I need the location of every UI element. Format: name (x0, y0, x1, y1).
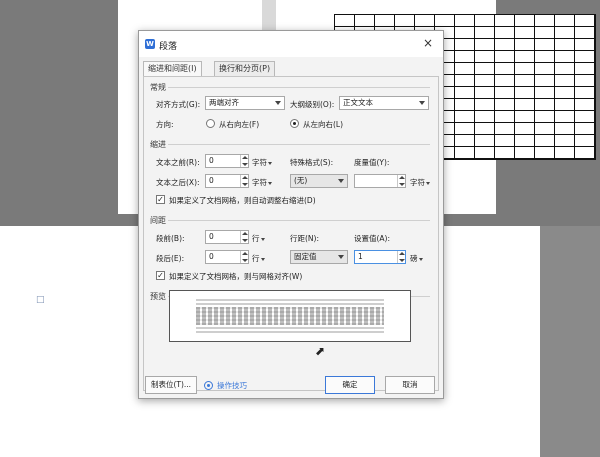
set-value-value: 1 (358, 252, 363, 261)
direction-label: 方向: (156, 120, 174, 129)
set-value-label: 设置值(A): (354, 234, 391, 243)
chevron-down-icon (419, 101, 425, 105)
snap-grid-checkbox[interactable]: ✓ (156, 271, 165, 280)
stepper-icon[interactable] (240, 231, 248, 243)
section-spacing-title: 间距 (150, 216, 166, 225)
outline-level-label: 大纲级别(O): (290, 100, 335, 109)
chevron-down-icon (275, 101, 281, 105)
stepper-icon[interactable] (240, 175, 248, 187)
indent-after-unit[interactable]: 字符 (252, 177, 272, 188)
indent-after-input[interactable]: 0 (205, 174, 249, 188)
measure-input[interactable] (354, 174, 406, 188)
set-value-input[interactable]: 1 (354, 250, 406, 264)
special-format-select[interactable]: (无) (290, 174, 348, 188)
section-preview-title: 预览 (150, 292, 166, 301)
line-spacing-label: 行距(N): (290, 234, 319, 243)
mouse-cursor-icon: ⬈ (315, 344, 326, 358)
tab-panel: 常规 对齐方式(G): 两端对齐 大纲级别(O): 正文文本 方向: 从右向左(… (143, 76, 439, 391)
indent-before-label: 文本之前(R): (156, 158, 200, 167)
stepper-icon[interactable] (397, 175, 405, 187)
paragraph-preview (169, 290, 411, 342)
measure-unit[interactable]: 字符 (410, 177, 430, 188)
dialog-title: 段落 (159, 42, 178, 52)
line-spacing-select[interactable]: 固定值 (290, 250, 348, 264)
spacing-after-value: 0 (209, 252, 214, 261)
spacing-after-label: 段后(E): (156, 254, 185, 263)
stepper-icon[interactable] (240, 155, 248, 167)
spacing-after-unit[interactable]: 行 (252, 253, 265, 264)
spacing-before-unit[interactable]: 行 (252, 233, 265, 244)
spacing-before-label: 段前(B): (156, 234, 185, 243)
section-general-title: 常规 (150, 83, 166, 92)
snap-grid-label: 如果定义了文档网格，则与网格对齐(W) (169, 272, 303, 281)
alignment-select[interactable]: 两端对齐 (205, 96, 285, 110)
cancel-button[interactable]: 取消 (385, 376, 435, 394)
chevron-down-icon (418, 257, 423, 261)
chevron-down-icon (268, 161, 272, 165)
line-spacing-value: 固定值 (294, 252, 317, 261)
indent-before-value: 0 (209, 156, 214, 165)
chevron-down-icon (426, 181, 430, 185)
set-value-unit[interactable]: 磅 (410, 253, 423, 264)
section-divider (168, 220, 430, 221)
document-gutter (540, 226, 600, 457)
wps-logo-icon: W (145, 39, 155, 49)
indent-before-input[interactable]: 0 (205, 154, 249, 168)
tips-icon[interactable] (204, 381, 213, 390)
tips-link[interactable]: 操作技巧 (217, 380, 247, 391)
dialog-titlebar[interactable]: W 段落 × (139, 31, 443, 57)
section-indent-title: 缩进 (150, 140, 166, 149)
spacing-before-value: 0 (209, 232, 214, 241)
direction-ltr-label: 从左向右(L) (303, 120, 344, 129)
indent-after-value: 0 (209, 176, 214, 185)
paragraph-dialog: W 段落 × 缩进和间距(I) 换行和分页(P) 常规 对齐方式(G): 两端对… (138, 30, 444, 399)
alignment-label: 对齐方式(G): (156, 100, 201, 109)
chevron-down-icon (268, 181, 272, 185)
direction-rtl-label: 从右向左(F) (219, 120, 260, 129)
auto-adjust-checkbox[interactable]: ✓ (156, 195, 165, 204)
spacing-before-input[interactable]: 0 (205, 230, 249, 244)
stepper-icon[interactable] (397, 251, 405, 263)
indent-after-label: 文本之后(X): (156, 178, 200, 187)
chevron-down-icon (338, 179, 344, 183)
auto-adjust-label: 如果定义了文档网格，则自动调整右缩进(D) (169, 196, 316, 205)
direction-rtl-radio[interactable] (206, 119, 215, 128)
measure-label: 度量值(Y): (354, 158, 390, 167)
alignment-value: 两端对齐 (209, 98, 239, 107)
stepper-icon[interactable] (240, 251, 248, 263)
special-format-value: (无) (294, 176, 308, 185)
tab-indent-spacing[interactable]: 缩进和间距(I) (143, 61, 202, 77)
chevron-down-icon (260, 237, 265, 241)
chevron-down-icon (338, 255, 344, 259)
tab-stops-button[interactable]: 制表位(T)... (145, 376, 197, 394)
ok-button[interactable]: 确定 (325, 376, 375, 394)
outline-level-value: 正文文本 (343, 98, 373, 107)
spacing-after-input[interactable]: 0 (205, 250, 249, 264)
section-divider (168, 144, 430, 145)
preview-current-paragraph (196, 307, 384, 325)
tab-line-page-breaks[interactable]: 换行和分页(P) (214, 61, 276, 76)
indent-before-unit[interactable]: 字符 (252, 157, 272, 168)
section-divider (168, 87, 430, 88)
direction-ltr-radio[interactable] (290, 119, 299, 128)
special-format-label: 特殊格式(S): (290, 158, 334, 167)
outline-level-select[interactable]: 正文文本 (339, 96, 429, 110)
chevron-down-icon (260, 257, 265, 261)
close-icon[interactable]: × (421, 36, 435, 50)
page-icon: □ (36, 295, 45, 305)
